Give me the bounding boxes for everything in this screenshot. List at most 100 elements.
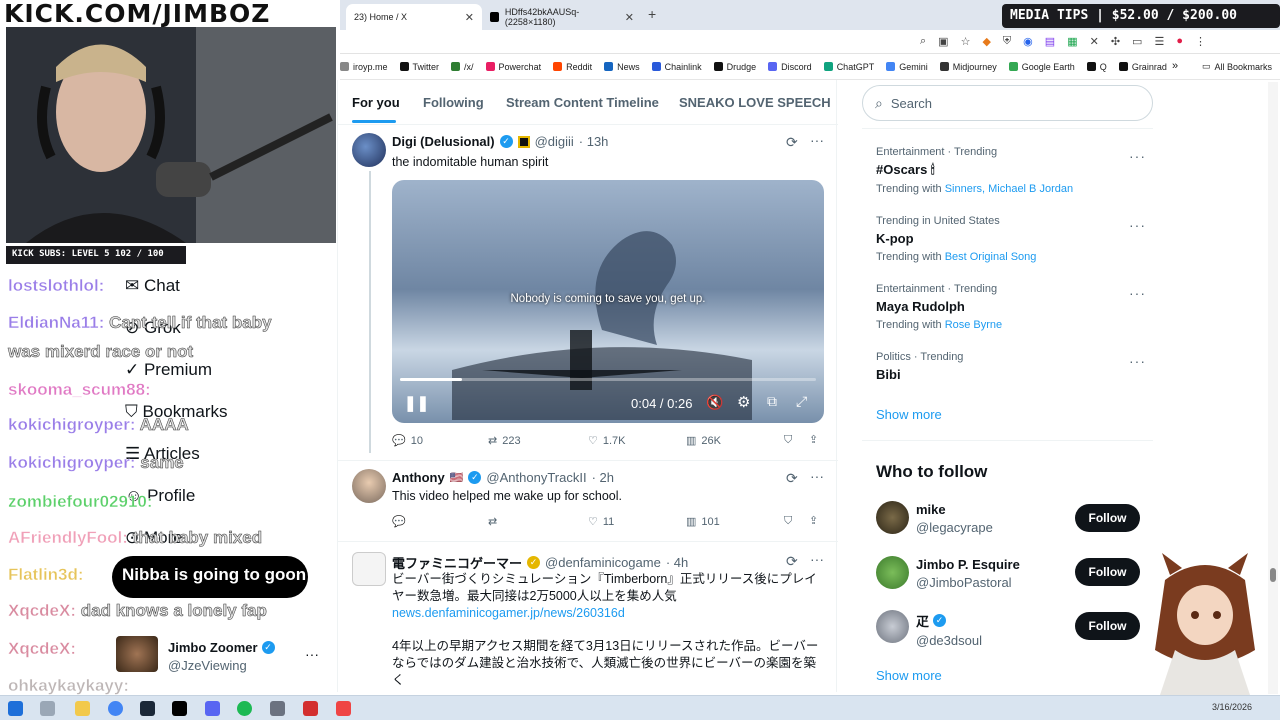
share-icon[interactable]: ⇪: [809, 514, 818, 527]
bookmark-item[interactable]: Discord: [768, 62, 812, 72]
bookmark-item[interactable]: Chainlink: [651, 62, 702, 72]
grok-icon[interactable]: ⟳: [786, 134, 798, 151]
discord-icon[interactable]: [205, 701, 220, 716]
tweet-time[interactable]: · 13h: [579, 134, 609, 149]
scrollbar-thumb[interactable]: [1270, 568, 1276, 582]
sidebar-icon[interactable]: ▭: [1132, 35, 1142, 48]
author-handle[interactable]: @denfaminicogame: [545, 555, 661, 570]
share-icon[interactable]: ⇪: [809, 433, 818, 446]
tab-sneako-love-speech[interactable]: SNEAKO LOVE SPEECH: [679, 95, 831, 110]
avatar[interactable]: [352, 552, 386, 586]
task-view-icon[interactable]: [40, 701, 55, 716]
close-tab-icon[interactable]: ✕: [465, 11, 474, 24]
views-button[interactable]: ▥ 101: [686, 515, 720, 529]
more-options-icon[interactable]: ···: [1129, 148, 1146, 164]
author-name[interactable]: Anthony: [392, 470, 445, 485]
menu-icon[interactable]: ☰: [1154, 35, 1164, 48]
trend-item[interactable]: Trending in United States K-pop Trending…: [876, 215, 1146, 263]
more-options-icon[interactable]: ···: [810, 551, 824, 567]
more-options-icon[interactable]: ···: [810, 468, 824, 484]
follow-button[interactable]: Follow: [1075, 558, 1140, 586]
steam-icon[interactable]: [140, 701, 155, 716]
more-options-icon[interactable]: ···: [1129, 217, 1146, 233]
grok-icon[interactable]: ⟳: [786, 470, 798, 487]
bookmark-item[interactable]: ChatGPT: [823, 62, 874, 72]
fullscreen-icon[interactable]: ⤢: [796, 393, 807, 410]
scrollbar[interactable]: [1268, 82, 1278, 694]
tab-for-you[interactable]: For you: [352, 95, 400, 110]
bookmark-item[interactable]: iroyp.me: [340, 62, 388, 72]
views-button[interactable]: ▥ 26K: [686, 434, 721, 448]
more-options-icon[interactable]: ···: [1129, 353, 1146, 369]
extension-icon[interactable]: ▦: [1067, 35, 1077, 48]
tweet-link[interactable]: news.denfaminicogamer.jp/news/260316d: [392, 605, 625, 622]
follow-suggestion[interactable]: Jimbo P. Esquire @JimboPastoral: [916, 557, 1020, 590]
zoom-icon[interactable]: ⌕: [920, 35, 926, 48]
more-options-icon[interactable]: ···: [810, 132, 824, 148]
follow-button[interactable]: Follow: [1075, 612, 1140, 640]
chrome-icon[interactable]: [108, 701, 123, 716]
author-handle[interactable]: @AnthonyTrackII: [486, 470, 586, 485]
grok-icon[interactable]: ⟳: [786, 553, 798, 570]
reply-button[interactable]: 💬: [392, 515, 406, 528]
file-explorer-icon[interactable]: [75, 701, 90, 716]
kebab-menu-icon[interactable]: ⋮: [1195, 35, 1206, 48]
tweet[interactable]: Anthony 🇺🇸 ✓ @AnthonyTrackII · 2h ⟳ ··· …: [338, 461, 838, 541]
nav-chat[interactable]: ✉ Chat: [125, 265, 228, 307]
x-logo-icon[interactable]: ✕: [1090, 35, 1099, 48]
close-tab-icon[interactable]: ✕: [625, 11, 634, 24]
tab-home-x[interactable]: 23) Home / X ✕: [346, 4, 482, 30]
new-tab-button[interactable]: +: [648, 6, 656, 22]
bookmark-item[interactable]: /x/: [451, 62, 474, 72]
app-icon[interactable]: [303, 701, 318, 716]
mute-icon[interactable]: 🔇: [706, 394, 723, 411]
bookmark-item[interactable]: News: [604, 62, 640, 72]
repost-button[interactable]: ⇄: [488, 515, 497, 528]
extension-icon[interactable]: ▤: [1045, 35, 1055, 48]
bookmark-icon[interactable]: ⛉: [784, 434, 792, 447]
avatar[interactable]: [352, 133, 386, 167]
settings-gear-icon[interactable]: ⚙: [737, 393, 750, 411]
trend-item[interactable]: Politics · Trending Bibi ···: [876, 351, 1146, 382]
more-options-icon[interactable]: ···: [305, 646, 319, 662]
like-button[interactable]: ♡ 11: [588, 515, 614, 529]
like-button[interactable]: ♡ 1.7K: [588, 434, 626, 448]
star-icon[interactable]: ☆: [961, 35, 971, 48]
audio-icon[interactable]: ◉: [1023, 35, 1033, 48]
extension-icon[interactable]: ◆: [982, 35, 990, 48]
avatar[interactable]: [876, 556, 909, 589]
reply-button[interactable]: 💬 10: [392, 434, 423, 448]
tab-following[interactable]: Following: [423, 95, 484, 110]
app-icon[interactable]: [270, 701, 285, 716]
tweet-time[interactable]: · 2h: [592, 470, 614, 485]
shield-icon[interactable]: ⛨: [1003, 35, 1011, 48]
avatar[interactable]: [352, 469, 386, 503]
bookmark-item[interactable]: Grainrad: [1118, 62, 1167, 72]
bookmark-item[interactable]: Midjourney: [939, 62, 997, 72]
terminal-icon[interactable]: [172, 701, 187, 716]
pause-icon[interactable]: ❚❚: [404, 394, 429, 412]
avatar[interactable]: [116, 636, 158, 672]
bookmark-icon[interactable]: ⛉: [784, 515, 792, 528]
bookmarks-overflow-icon[interactable]: »: [1172, 60, 1178, 72]
video-player[interactable]: Nobody is coming to save you, get up. ❚❚…: [392, 180, 824, 423]
more-options-icon[interactable]: ···: [1129, 285, 1146, 301]
bookmark-item[interactable]: Twitter: [399, 62, 439, 72]
avatar[interactable]: [876, 610, 909, 643]
video-progress-track[interactable]: [400, 378, 816, 381]
author-name[interactable]: Digi (Delusional): [392, 134, 495, 149]
follow-suggestion[interactable]: 疋 ✓ @de3dsoul: [916, 611, 982, 648]
picture-in-picture-icon[interactable]: ⧉: [767, 393, 777, 410]
author-handle[interactable]: @digiii: [535, 134, 574, 149]
search-input[interactable]: ⌕ Search: [862, 85, 1153, 121]
show-more-link[interactable]: Show more: [876, 407, 942, 422]
profile-icon[interactable]: ●: [1176, 35, 1183, 48]
tweet[interactable]: 電ファミニコゲーマー ✓ @denfaminicogame · 4h ⟳ ···…: [338, 542, 838, 692]
trend-item[interactable]: Entertainment · Trending Maya Rudolph Tr…: [876, 283, 1146, 331]
follow-button[interactable]: Follow: [1075, 504, 1140, 532]
spotify-icon[interactable]: [237, 701, 252, 716]
cast-icon[interactable]: ▣: [938, 35, 948, 48]
repost-button[interactable]: ⇄ 223: [488, 434, 521, 448]
tab-image[interactable]: HDffs42bkAAUSq- (2258×1180) ✕: [482, 4, 642, 30]
follow-suggestion[interactable]: mike @legacyrape: [916, 502, 993, 535]
